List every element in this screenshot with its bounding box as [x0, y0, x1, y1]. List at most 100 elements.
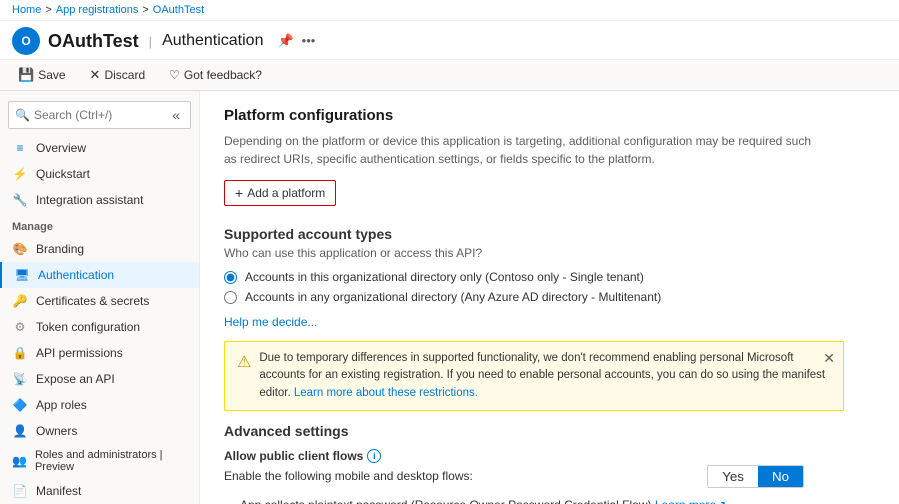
add-platform-plus-icon: + [235, 185, 243, 201]
sidebar-item-certificates[interactable]: 🔑 Certificates & secrets [0, 288, 199, 314]
account-types-title: Supported account types [224, 226, 875, 242]
warning-text: Due to temporary differences in supporte… [259, 350, 831, 402]
breadcrumb-app-registrations[interactable]: App registrations [56, 4, 139, 16]
mobile-desktop-flows-row: Enable the following mobile and desktop … [224, 465, 804, 488]
save-icon: 💾 [18, 67, 34, 83]
platform-section-desc: Depending on the platform or device this… [224, 132, 824, 168]
owners-icon: 👤 [12, 423, 28, 439]
content-area: Platform configurations Depending on the… [200, 91, 899, 504]
account-type-radio-group: Accounts in this organizational director… [224, 270, 875, 304]
toggle-yes-button[interactable]: Yes [708, 466, 758, 487]
sidebar-label-integration: Integration assistant [36, 193, 143, 207]
app-name: OAuthTest [48, 31, 139, 52]
expose-api-icon: 📡 [12, 371, 28, 387]
sidebar-label-roles-admin: Roles and administrators | Preview [35, 449, 187, 473]
feedback-button[interactable]: ♡ Got feedback? [163, 65, 268, 85]
search-icon: 🔍 [15, 108, 30, 122]
manifest-icon: 📄 [12, 483, 28, 499]
radio-single-tenant-label: Accounts in this organizational director… [245, 270, 644, 284]
add-platform-label: Add a platform [247, 186, 325, 200]
sidebar-item-authentication[interactable]: 🖥 Authentication [0, 262, 199, 288]
main-layout: 🔍 « ≡ Overview ⚡ Quickstart 🔧 Integratio… [0, 91, 899, 504]
collapse-sidebar-button[interactable]: « [168, 105, 184, 125]
sidebar-label-branding: Branding [36, 242, 84, 256]
sidebar-label-certificates: Certificates & secrets [36, 294, 149, 308]
breadcrumb-home[interactable]: Home [12, 4, 41, 16]
sidebar-item-expose-api[interactable]: 📡 Expose an API [0, 366, 199, 392]
certificates-icon: 🔑 [12, 293, 28, 309]
discard-button[interactable]: ✕ Discard [84, 64, 152, 86]
sidebar-item-integration[interactable]: 🔧 Integration assistant [0, 187, 199, 213]
allow-public-label: Allow public client flows [224, 449, 363, 463]
toggle-no-button[interactable]: No [758, 466, 803, 487]
advanced-section-title: Advanced settings [224, 423, 875, 439]
sidebar-item-branding[interactable]: 🎨 Branding [0, 236, 199, 262]
breadcrumb: Home > App registrations > OAuthTest [0, 0, 899, 21]
sidebar-item-app-roles[interactable]: 🔷 App roles [0, 392, 199, 418]
sidebar-item-owners[interactable]: 👤 Owners [0, 418, 199, 444]
sidebar-label-token: Token configuration [36, 320, 140, 334]
app-icon: O [12, 27, 40, 55]
toggle-group: Yes No [707, 465, 804, 488]
platform-section-title: Platform configurations [224, 107, 875, 124]
manage-section-label: Manage [0, 213, 199, 236]
warning-icon: ⚠ [237, 351, 251, 375]
search-box[interactable]: 🔍 « [8, 101, 191, 129]
api-permissions-icon: 🔒 [12, 345, 28, 361]
sidebar-label-expose-api: Expose an API [36, 372, 115, 386]
sidebar-label-overview: Overview [36, 141, 86, 155]
roles-admin-icon: 👥 [12, 453, 27, 469]
radio-multi-tenant-input[interactable] [224, 291, 237, 304]
warning-box: ⚠ Due to temporary differences in suppor… [224, 341, 844, 411]
sidebar-item-quickstart[interactable]: ⚡ Quickstart [0, 161, 199, 187]
feedback-icon: ♡ [169, 68, 180, 82]
radio-multi-tenant[interactable]: Accounts in any organizational directory… [224, 290, 875, 304]
allow-public-subsection-title: Allow public client flows i [224, 449, 875, 463]
radio-multi-tenant-label: Accounts in any organizational directory… [245, 290, 661, 304]
overview-icon: ≡ [12, 140, 28, 156]
warning-close-button[interactable]: ✕ [823, 348, 835, 369]
platform-section: Platform configurations Depending on the… [224, 107, 875, 226]
sidebar: 🔍 « ≡ Overview ⚡ Quickstart 🔧 Integratio… [0, 91, 200, 504]
add-platform-button[interactable]: + Add a platform [224, 180, 336, 206]
toolbar: 💾 Save ✕ Discard ♡ Got feedback? [0, 60, 899, 91]
sidebar-label-owners: Owners [36, 424, 77, 438]
account-types-section: Supported account types Who can use this… [224, 226, 875, 329]
list-item-password-flow: App collects plaintext password (Resourc… [240, 496, 875, 504]
pin-icon[interactable]: 📌 [277, 33, 293, 49]
integration-icon: 🔧 [12, 192, 28, 208]
more-icon[interactable]: ••• [302, 33, 316, 49]
advanced-section: Advanced settings Allow public client fl… [224, 423, 875, 504]
title-bar: O OAuthTest | Authentication 📌 ••• [0, 21, 899, 60]
quickstart-icon: ⚡ [12, 166, 28, 182]
sidebar-label-api-permissions: API permissions [36, 346, 123, 360]
sidebar-label-authentication: Authentication [38, 268, 114, 282]
discard-icon: ✕ [90, 67, 101, 83]
sidebar-item-token[interactable]: ⚙ Token configuration [0, 314, 199, 340]
warning-learn-more-link[interactable]: Learn more about these restrictions. [294, 387, 478, 399]
sidebar-label-manifest: Manifest [36, 484, 81, 498]
search-input[interactable] [34, 108, 164, 122]
sidebar-label-app-roles: App roles [36, 398, 87, 412]
help-decide-link[interactable]: Help me decide... [224, 315, 317, 329]
branding-icon: 🎨 [12, 241, 28, 257]
authentication-icon: 🖥 [14, 267, 30, 283]
mobile-desktop-label: Enable the following mobile and desktop … [224, 469, 473, 483]
password-flow-learn-more-link[interactable]: Learn more↗ [655, 498, 726, 504]
account-types-subtitle: Who can use this application or access t… [224, 246, 875, 260]
radio-single-tenant[interactable]: Accounts in this organizational director… [224, 270, 875, 284]
sidebar-item-manifest[interactable]: 📄 Manifest [0, 478, 199, 504]
page-title: Authentication [162, 32, 263, 50]
sidebar-item-roles-admin[interactable]: 👥 Roles and administrators | Preview [0, 444, 199, 478]
breadcrumb-oauthtest[interactable]: OAuthTest [153, 4, 204, 16]
sidebar-label-quickstart: Quickstart [36, 167, 90, 181]
title-actions: 📌 ••• [277, 33, 315, 49]
token-icon: ⚙ [12, 319, 28, 335]
save-button[interactable]: 💾 Save [12, 64, 72, 86]
allow-public-info-icon[interactable]: i [367, 449, 381, 463]
sidebar-item-overview[interactable]: ≡ Overview [0, 135, 199, 161]
sidebar-item-api-permissions[interactable]: 🔒 API permissions [0, 340, 199, 366]
radio-single-tenant-input[interactable] [224, 271, 237, 284]
app-roles-icon: 🔷 [12, 397, 28, 413]
flows-list: App collects plaintext password (Resourc… [240, 496, 875, 504]
